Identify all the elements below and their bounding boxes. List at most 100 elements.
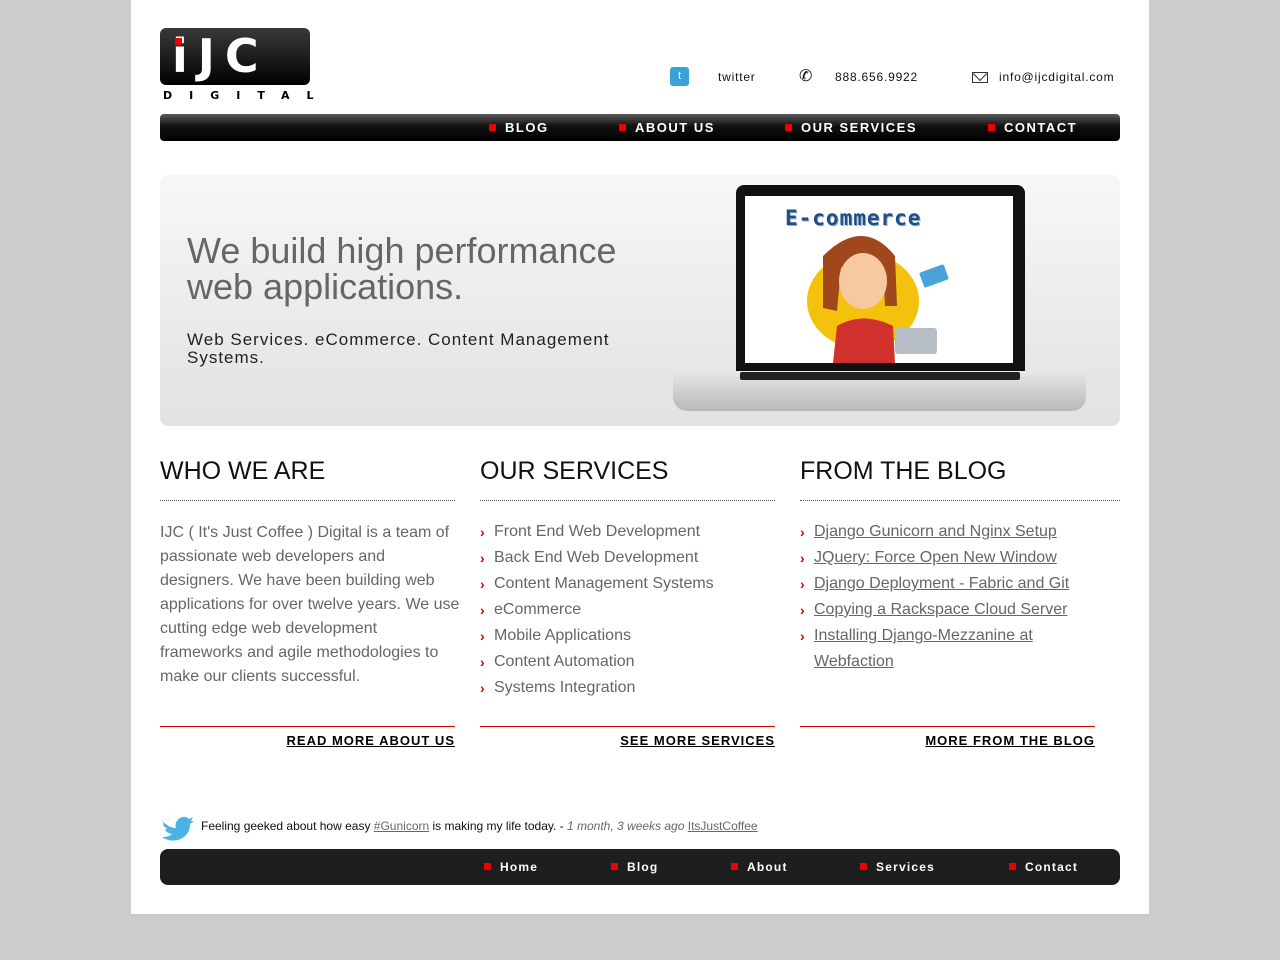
service-label: Back End Web Development — [494, 549, 699, 566]
divider — [800, 726, 1095, 727]
blog-post-link[interactable]: › Installing Django-Mezzanine at Webfacti… — [800, 623, 1095, 675]
see-more-services-link[interactable]: SEE MORE SERVICES — [480, 733, 775, 748]
nav-contact[interactable]: CONTACT — [988, 120, 1077, 135]
list-item: › Content Management Systems — [480, 571, 775, 597]
laptop-keyboard — [740, 372, 1020, 380]
chevron-right-icon: › — [480, 550, 485, 566]
bullet-icon — [785, 124, 792, 131]
read-more-about-link[interactable]: READ MORE ABOUT US — [160, 733, 455, 748]
chevron-right-icon: › — [480, 628, 485, 644]
tweet-user-link[interactable]: ItsJustCoffee — [688, 819, 758, 833]
about-text: IJC ( It's Just Coffee ) Digital is a te… — [160, 524, 460, 685]
bullet-icon — [489, 124, 496, 131]
chevron-right-icon: › — [800, 602, 805, 618]
footer-nav: Home Blog About Services Contact — [160, 849, 1120, 885]
services-list: › Front End Web Development › Back End Web… — [480, 519, 775, 701]
footer-services-label: Services — [876, 860, 935, 874]
list-item: › Systems Integration — [480, 675, 775, 701]
chevron-right-icon: › — [800, 524, 805, 540]
bullet-icon — [988, 124, 995, 131]
twitter-bird-icon — [162, 816, 194, 841]
logo-subtitle: DIGITAL — [163, 89, 331, 102]
tweet-hashtag-link[interactable]: #Gunicorn — [374, 819, 429, 833]
footer-about-label: About — [747, 860, 788, 874]
who-we-are-heading: WHO WE ARE — [160, 457, 326, 485]
bullet-icon — [619, 124, 626, 131]
nav-about-us[interactable]: ABOUT US — [619, 120, 715, 135]
blog-post-title[interactable]: Django Deployment - Fabric and Git — [814, 575, 1069, 592]
chevron-right-icon: › — [480, 602, 485, 618]
logo[interactable]: iJC DIGITAL — [160, 28, 314, 104]
hero-subtitle: Web Services. eCommerce. Content Managem… — [187, 330, 610, 367]
mail-icon — [972, 72, 988, 83]
blog-post-link[interactable]: › Django Deployment - Fabric and Git — [800, 571, 1095, 597]
email-link[interactable]: info@ijcdigital.com — [999, 69, 1114, 85]
logo-red-dot — [175, 38, 182, 45]
divider — [160, 500, 455, 501]
list-item: › Front End Web Development — [480, 519, 775, 545]
footer-home-label: Home — [500, 860, 539, 874]
footer-blog-label: Blog — [627, 860, 659, 874]
chevron-right-icon: › — [800, 576, 805, 592]
logo-letters: iJC — [172, 29, 269, 83]
service-label: Front End Web Development — [494, 523, 701, 540]
service-label: Content Automation — [494, 653, 635, 670]
chevron-right-icon: › — [480, 654, 485, 670]
our-services-heading: OUR SERVICES — [480, 457, 669, 485]
list-item: › eCommerce — [480, 597, 775, 623]
service-label: eCommerce — [494, 601, 582, 618]
divider — [160, 726, 455, 727]
footer-nav-services[interactable]: Services — [860, 861, 935, 874]
divider — [800, 500, 1120, 501]
tweet-text-start: Feeling geeked about how easy — [201, 819, 374, 833]
blog-post-link[interactable]: › Copying a Rackspace Cloud Server — [800, 597, 1095, 623]
chevron-right-icon: › — [480, 524, 485, 540]
nav-our-services[interactable]: OUR SERVICES — [785, 120, 917, 135]
bullet-icon — [731, 863, 738, 870]
phone-number: 888.656.9922 — [835, 70, 919, 84]
service-label: Content Management Systems — [494, 575, 714, 592]
bullet-icon — [1009, 863, 1016, 870]
footer-nav-contact[interactable]: Contact — [1009, 861, 1078, 874]
chevron-right-icon: › — [800, 628, 805, 644]
blog-post-title[interactable]: Copying a Rackspace Cloud Server — [814, 601, 1067, 618]
twitter-icon[interactable]: t — [670, 67, 689, 86]
chevron-right-icon: › — [480, 680, 485, 696]
service-label: Mobile Applications — [494, 627, 631, 644]
phone-icon: ✆ — [799, 68, 813, 85]
blog-post-link[interactable]: › Django Gunicorn and Nginx Setup — [800, 519, 1095, 545]
chevron-right-icon: › — [480, 576, 485, 592]
list-item: › Back End Web Development — [480, 545, 775, 571]
footer-contact-label: Contact — [1025, 860, 1079, 874]
service-label: Systems Integration — [494, 679, 636, 696]
from-the-blog-heading: FROM THE BLOG — [800, 457, 1007, 485]
hero-title: We build high performance web applicatio… — [187, 230, 617, 307]
list-item: › Content Automation — [480, 649, 775, 675]
top-nav: BLOG ABOUT US OUR SERVICES CONTACT — [160, 114, 1120, 141]
chevron-right-icon: › — [800, 550, 805, 566]
nav-about-label: ABOUT US — [635, 120, 715, 135]
twitter-link[interactable]: twitter — [718, 69, 756, 85]
logo-box: iJC — [160, 28, 310, 85]
nav-contact-label: CONTACT — [1004, 120, 1078, 135]
blog-post-link[interactable]: › JQuery: Force Open New Window — [800, 545, 1095, 571]
shopper-illustration — [807, 236, 949, 363]
divider — [480, 500, 775, 501]
blog-post-title[interactable]: Django Gunicorn and Nginx Setup — [814, 523, 1057, 540]
latest-tweet: Feeling geeked about how easy #Gunicorn … — [201, 819, 758, 834]
bullet-icon — [860, 863, 867, 870]
laptop-screen: E-commerce — [745, 196, 1013, 363]
footer-nav-home[interactable]: Home — [484, 861, 538, 874]
footer-nav-blog[interactable]: Blog — [611, 861, 658, 874]
footer-nav-about[interactable]: About — [731, 861, 788, 874]
nav-blog[interactable]: BLOG — [489, 120, 549, 135]
tweet-text-end: is making my life today. - — [429, 819, 567, 833]
blog-post-title[interactable]: JQuery: Force Open New Window — [814, 549, 1057, 566]
blog-list: › Django Gunicorn and Nginx Setup › JQuery… — [800, 519, 1095, 675]
list-item: › Mobile Applications — [480, 623, 775, 649]
divider — [480, 726, 775, 727]
blog-post-title[interactable]: Installing Django-Mezzanine at Webfactio… — [814, 627, 1033, 670]
more-from-blog-link[interactable]: MORE FROM THE BLOG — [800, 733, 1095, 748]
bullet-icon — [611, 863, 618, 870]
nav-blog-label: BLOG — [505, 120, 549, 135]
